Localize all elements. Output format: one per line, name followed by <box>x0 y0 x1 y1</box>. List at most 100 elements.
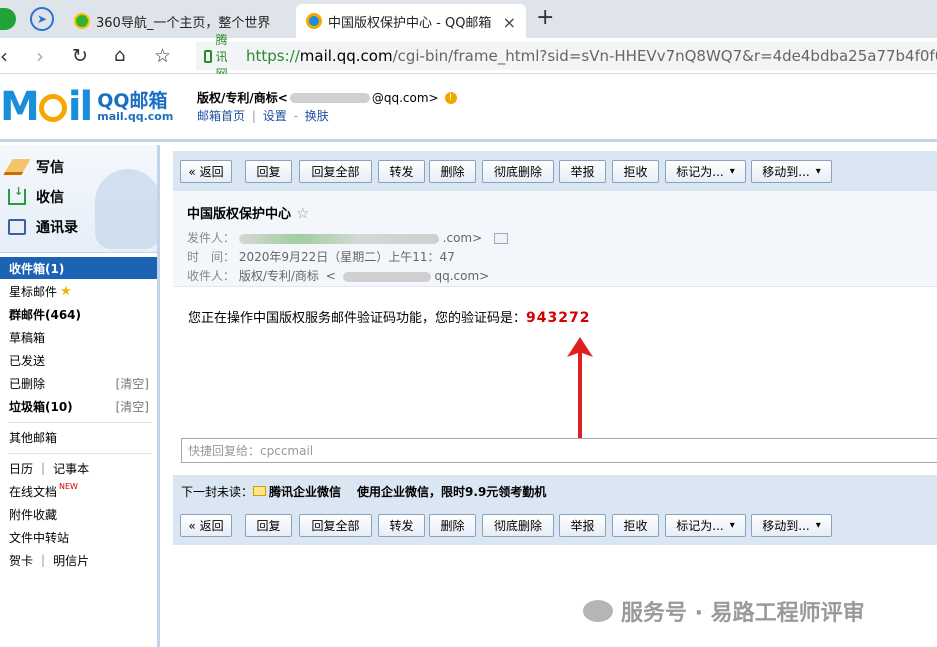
calendar-link[interactable]: 日历 <box>9 460 33 477</box>
header-links: 邮箱首页 | 设置 - 换肤 <box>197 107 329 124</box>
sidebar: 写信 ↓ 收信 通讯录 收件箱(1) 星标邮件 ★ 群邮件(464) 草稿箱 已… <box>0 145 160 647</box>
reply-all-button[interactable]: 回复全部 <box>299 514 372 537</box>
watermark-text: 服务号 · 易路工程师评审 <box>621 601 865 626</box>
qq-mail-icon <box>306 13 322 29</box>
folder-label: 星标邮件 <box>9 284 58 299</box>
contacts-label: 通讯录 <box>36 220 78 236</box>
folder-deleted[interactable]: 已删除 [清空] <box>0 372 157 394</box>
new-tab-button[interactable]: + <box>536 5 554 30</box>
email-subject: 中国版权保护中心 <box>187 207 292 222</box>
bookmark-star-icon[interactable]: ☆ <box>154 44 171 68</box>
delete-button[interactable]: 删除 <box>429 160 476 183</box>
reject-button[interactable]: 拒收 <box>612 160 659 183</box>
mark-as-dropdown[interactable]: 标记为... <box>665 160 746 183</box>
to-name: 版权/专利/商标 <box>238 269 319 283</box>
email-subject-row: 中国版权保护中心 ☆ <box>187 203 309 223</box>
reply-button[interactable]: 回复 <box>245 160 292 183</box>
attachments-label: 附件收藏 <box>9 507 58 522</box>
report-button[interactable]: 举报 <box>559 160 606 183</box>
empty-deleted-link[interactable]: [清空] <box>116 375 149 392</box>
attachments-link[interactable]: 附件收藏 <box>0 503 157 525</box>
compose-label: 写信 <box>36 160 64 176</box>
tools-row-1: 日历 | 记事本 <box>0 457 157 479</box>
qq-mail-logo[interactable]: Mil QQ邮箱 mail.qq.com <box>0 86 173 128</box>
inbox-download-icon: ↓ <box>8 185 26 205</box>
notes-link[interactable]: 记事本 <box>53 460 89 477</box>
reply-all-button[interactable]: 回复全部 <box>299 160 372 183</box>
bottom-toolbar: « 返回 回复 回复全部 转发 删除 彻底删除 举报 拒收 标记为... 移动到… <box>173 507 937 545</box>
folder-sent[interactable]: 已发送 <box>0 349 157 371</box>
move-to-dropdown[interactable]: 移动到... <box>751 514 832 537</box>
top-toolbar: « 返回 回复 回复全部 转发 删除 彻底删除 举报 拒收 标记为... 移动到… <box>173 151 937 191</box>
forward-button[interactable]: 转发 <box>378 160 425 183</box>
compose-button[interactable]: 写信 <box>3 157 64 177</box>
contacts-button[interactable]: 通讯录 <box>8 217 78 237</box>
verification-code: 943272 <box>526 310 591 326</box>
account-info: 版权/专利/商标< @qq.com> ! <box>197 89 457 106</box>
reject-button[interactable]: 拒收 <box>612 514 659 537</box>
navigator-icon[interactable]: ➤ <box>30 7 54 31</box>
tab-title: 360导航_一个主页，整个世界 <box>96 15 271 31</box>
change-skin-link[interactable]: 换肤 <box>305 109 329 123</box>
delete-button[interactable]: 删除 <box>429 514 476 537</box>
watermark: 服务号 · 易路工程师评审 <box>583 595 865 627</box>
back-button[interactable]: « 返回 <box>180 160 232 183</box>
warning-icon[interactable]: ! <box>444 91 457 104</box>
folder-label: 垃圾箱(10) <box>9 399 73 414</box>
docs-label: 在线文档 <box>9 484 58 499</box>
star-icon: ★ <box>60 283 72 299</box>
penguin-decoration <box>95 169 157 249</box>
delete-permanently-button[interactable]: 彻底删除 <box>482 160 554 183</box>
logo-text-cn: QQ邮箱 <box>97 90 168 112</box>
star-outline-icon[interactable]: ☆ <box>296 204 309 222</box>
folder-label: 草稿箱 <box>9 330 46 345</box>
from-suffix: .com> <box>442 231 483 245</box>
tab-qq-mail[interactable]: 中国版权保护中心 - QQ邮箱 × <box>296 4 526 38</box>
postcard-link[interactable]: 明信片 <box>53 552 89 569</box>
next-unread-subject[interactable]: 使用企业微信，限时9.9元领考勤机 <box>357 483 546 500</box>
folder-group-mail[interactable]: 群邮件(464) <box>0 303 157 325</box>
mark-as-dropdown[interactable]: 标记为... <box>665 514 746 537</box>
contact-card-icon[interactable] <box>494 233 508 244</box>
logo-mark: Mil <box>0 84 93 130</box>
email-header: 中国版权保护中心 ☆ 发件人： .com> 时 间： 2020年9月22日（星期… <box>173 191 937 287</box>
body-text: 您正在操作中国版权服务邮件验证码功能，您的验证码是： <box>188 311 527 326</box>
shield-icon <box>204 49 212 63</box>
forward-button[interactable]: 转发 <box>378 514 425 537</box>
online-docs-link[interactable]: 在线文档 NEW <box>0 480 157 502</box>
greeting-card-link[interactable]: 贺卡 <box>9 552 33 569</box>
empty-junk-link[interactable]: [清空] <box>116 398 149 415</box>
folder-inbox[interactable]: 收件箱(1) <box>0 257 157 279</box>
reload-icon[interactable]: ↻ <box>72 44 88 68</box>
browser-tab-bar: ➤ 360导航_一个主页，整个世界 中国版权保护中心 - QQ邮箱 × + <box>0 0 937 38</box>
time-row: 时 间： 2020年9月22日（星期二）上午11：47 <box>187 248 455 265</box>
report-button[interactable]: 举报 <box>559 514 606 537</box>
settings-link[interactable]: 设置 <box>263 109 287 123</box>
address-bar[interactable]: 腾讯网 https:// mail.qq.com /cgi-bin/frame_… <box>196 33 937 81</box>
wechat-icon <box>583 600 613 622</box>
file-transfer-link[interactable]: 文件中转站 <box>0 526 157 548</box>
delete-permanently-button[interactable]: 彻底删除 <box>482 514 554 537</box>
folder-label: 其他邮箱 <box>9 430 58 445</box>
reply-button[interactable]: 回复 <box>245 514 292 537</box>
home-icon[interactable]: ⌂ <box>114 44 125 68</box>
separator: - <box>293 109 298 123</box>
forward-icon[interactable]: › <box>36 44 44 68</box>
move-to-dropdown[interactable]: 移动到... <box>751 160 832 183</box>
next-unread-sender[interactable]: 腾讯企业微信 <box>269 483 341 500</box>
receive-button[interactable]: ↓ 收信 <box>8 185 64 207</box>
close-tab-icon[interactable]: × <box>503 13 516 32</box>
browser-logo-icon[interactable] <box>0 8 16 30</box>
from-label: 发件人： <box>187 231 236 245</box>
back-icon[interactable]: ‹ <box>0 44 8 68</box>
folder-junk[interactable]: 垃圾箱(10) [清空] <box>0 395 157 417</box>
mail-home-link[interactable]: 邮箱首页 <box>197 109 245 123</box>
tab-title: 中国版权保护中心 - QQ邮箱 <box>328 15 492 31</box>
next-unread-label: 下一封未读： <box>181 484 254 499</box>
folder-other-mailboxes[interactable]: 其他邮箱 <box>0 426 157 448</box>
folder-drafts[interactable]: 草稿箱 <box>0 326 157 348</box>
quick-reply-input[interactable]: 快捷回复给：cpccmail <box>181 438 937 463</box>
back-button[interactable]: « 返回 <box>180 514 232 537</box>
folder-starred[interactable]: 星标邮件 ★ <box>0 280 157 302</box>
tab-360-nav[interactable]: 360导航_一个主页，整个世界 <box>68 4 293 38</box>
